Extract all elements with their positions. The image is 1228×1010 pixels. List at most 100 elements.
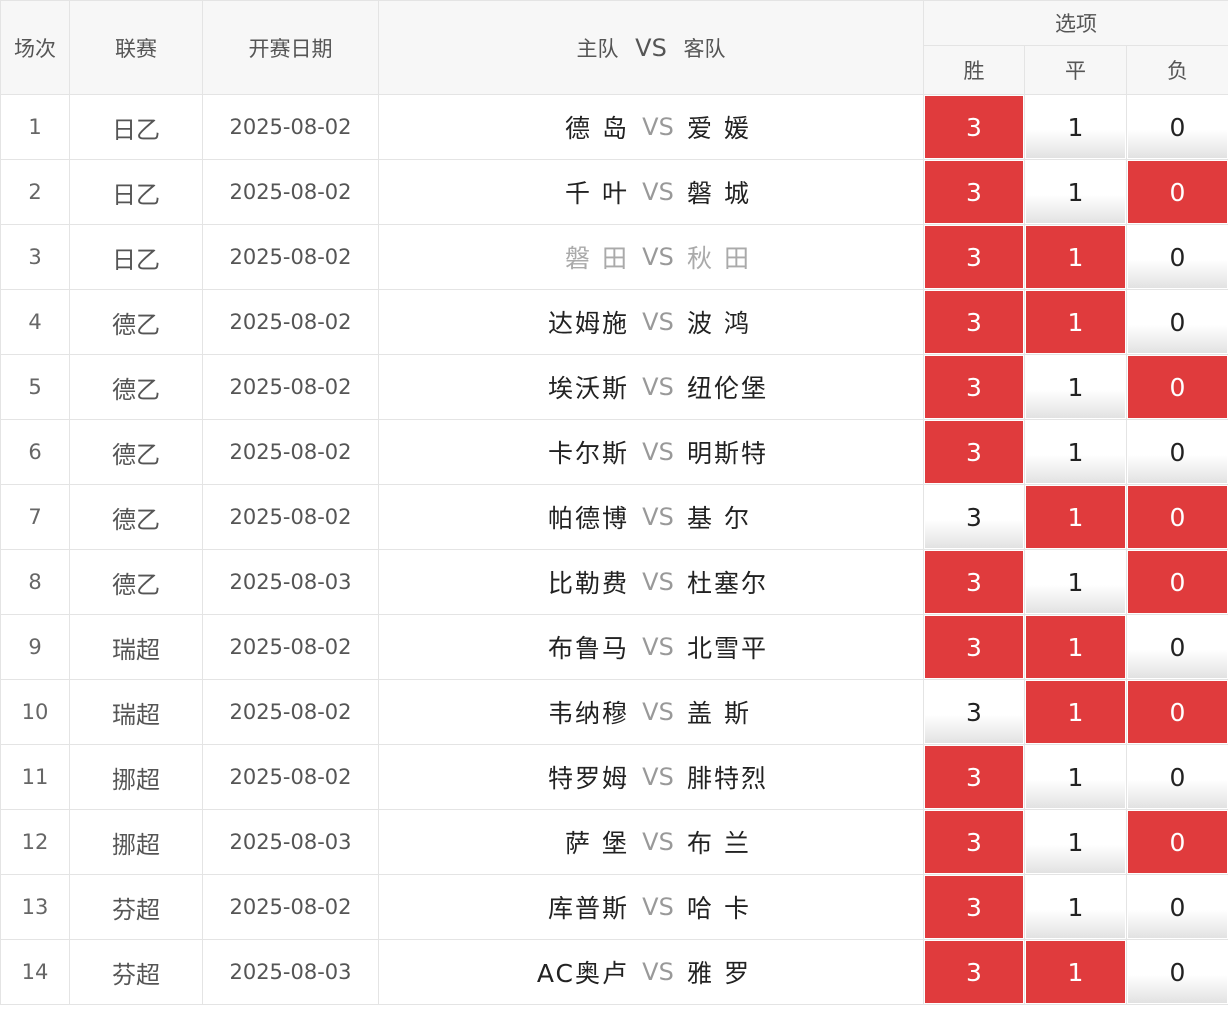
league-name: 日乙: [69, 224, 203, 290]
away-team: 秋 田: [687, 244, 751, 273]
option-win-button[interactable]: 3: [925, 486, 1023, 548]
option-win-button[interactable]: 3: [925, 616, 1023, 678]
option-win-button[interactable]: 3: [925, 96, 1023, 158]
option-lose-button[interactable]: 0: [1128, 226, 1228, 288]
option-draw-button[interactable]: 1: [1026, 161, 1125, 223]
option-lose-button[interactable]: 0: [1128, 96, 1228, 158]
home-team: 帕德博: [547, 504, 629, 533]
header-home: 主队: [576, 36, 619, 61]
option-lose-button[interactable]: 0: [1128, 941, 1228, 1003]
option-win-button[interactable]: 3: [925, 291, 1023, 353]
league-name: 挪超: [69, 744, 203, 810]
match-number: 10: [0, 679, 70, 745]
option-lose-button[interactable]: 0: [1128, 876, 1228, 938]
league-name: 德乙: [69, 484, 203, 550]
option-win-button[interactable]: 3: [925, 226, 1023, 288]
option-win-button[interactable]: 3: [925, 746, 1023, 808]
header-options: 选项: [922, 0, 1228, 46]
match-number: 9: [0, 614, 70, 680]
vs-label: VS: [642, 503, 674, 531]
option-draw-button[interactable]: 1: [1026, 356, 1125, 418]
option-win-button[interactable]: 3: [925, 681, 1023, 743]
option-lose-button[interactable]: 0: [1128, 356, 1228, 418]
table-row: 9 瑞超 2025-08-02 布鲁马 VS 北雪平 3 1 0: [0, 614, 1228, 680]
match-teams: 帕德博 VS 基 尔: [378, 484, 924, 550]
option-draw-button[interactable]: 1: [1026, 746, 1125, 808]
table-row: 3 日乙 2025-08-02 磐 田 VS 秋 田310: [0, 224, 1228, 290]
league-name: 瑞超: [69, 679, 203, 745]
option-draw-button[interactable]: 1: [1026, 551, 1125, 613]
match-date: 2025-08-02: [202, 159, 379, 225]
table-row: 14 芬超 2025-08-03 AC奥卢 VS 雅 罗 310: [0, 939, 1228, 1005]
table-row: 10 瑞超 2025-08-02 韦纳穆 VS 盖 斯310: [0, 679, 1228, 745]
match-number: 1: [0, 94, 70, 160]
header-vs: VS: [635, 33, 667, 62]
option-draw-button[interactable]: 1: [1026, 96, 1125, 158]
option-lose-button[interactable]: 0: [1128, 681, 1228, 743]
vs-label: VS: [642, 373, 674, 401]
table-row: 11 挪超 2025-08-02 特罗姆 VS 腓特烈 3 1 0: [0, 744, 1228, 810]
match-date: 2025-08-02: [202, 744, 379, 810]
match-date: 2025-08-02: [202, 354, 379, 420]
header-league: 联赛: [69, 0, 203, 95]
option-lose-button[interactable]: 0: [1128, 811, 1228, 873]
home-team: 千 叶: [565, 179, 629, 208]
match-date: 2025-08-02: [202, 289, 379, 355]
vs-label: VS: [642, 698, 674, 726]
option-draw-button[interactable]: 1: [1026, 681, 1125, 743]
option-lose-button[interactable]: 0: [1128, 161, 1228, 223]
home-team: 埃沃斯: [547, 374, 629, 403]
table-row: 1 日乙 2025-08-02 德 岛 VS 爱 媛310: [0, 94, 1228, 160]
home-team: 库普斯: [547, 894, 629, 923]
vs-label: VS: [642, 178, 674, 206]
option-lose-button[interactable]: 0: [1128, 291, 1228, 353]
option-win-button[interactable]: 3: [925, 811, 1023, 873]
home-team: 特罗姆: [547, 764, 629, 793]
match-teams: 达姆施 VS 波 鸿: [378, 289, 924, 355]
option-win-button[interactable]: 3: [925, 161, 1023, 223]
option-lose-button[interactable]: 0: [1128, 616, 1228, 678]
match-date: 2025-08-02: [202, 419, 379, 485]
table-row: 7 德乙 2025-08-02 帕德博 VS 基 尔 310: [0, 484, 1228, 550]
away-team: 磐 城: [687, 179, 751, 208]
option-draw-button[interactable]: 1: [1026, 876, 1125, 938]
match-number: 3: [0, 224, 70, 290]
match-teams: 德 岛 VS 爱 媛: [378, 94, 924, 160]
option-draw-button[interactable]: 1: [1026, 616, 1125, 678]
league-name: 德乙: [69, 549, 203, 615]
option-win-button[interactable]: 3: [925, 356, 1023, 418]
option-draw-button[interactable]: 1: [1026, 421, 1125, 483]
match-date: 2025-08-03: [202, 939, 379, 1005]
away-team: 纽伦堡: [687, 374, 769, 403]
match-number: 12: [0, 809, 70, 875]
match-number: 5: [0, 354, 70, 420]
option-draw-button[interactable]: 1: [1026, 811, 1125, 873]
match-teams: 萨 堡 VS 布 兰: [378, 809, 924, 875]
option-draw-button[interactable]: 1: [1026, 226, 1125, 288]
match-date: 2025-08-02: [202, 94, 379, 160]
option-draw-button[interactable]: 1: [1026, 486, 1125, 548]
option-draw-button[interactable]: 1: [1026, 941, 1125, 1003]
option-win-button[interactable]: 3: [925, 941, 1023, 1003]
option-lose-button[interactable]: 0: [1128, 421, 1228, 483]
match-teams: AC奥卢 VS 雅 罗: [378, 939, 924, 1005]
option-lose-button[interactable]: 0: [1128, 551, 1228, 613]
match-number: 11: [0, 744, 70, 810]
away-team: 爱 媛: [687, 114, 751, 143]
table-row: 13 芬超 2025-08-02 库普斯 VS 哈 卡 310: [0, 874, 1228, 940]
header-date: 开赛日期: [202, 0, 379, 95]
option-lose-button[interactable]: 0: [1128, 746, 1228, 808]
option-win-button[interactable]: 3: [925, 551, 1023, 613]
table-row: 12 挪超 2025-08-03 萨 堡 VS 布 兰 310: [0, 809, 1228, 875]
vs-label: VS: [642, 828, 674, 856]
league-name: 挪超: [69, 809, 203, 875]
vs-label: VS: [642, 113, 674, 141]
match-teams: 特罗姆 VS 腓特烈: [378, 744, 924, 810]
vs-label: VS: [642, 308, 674, 336]
option-draw-button[interactable]: 1: [1026, 291, 1125, 353]
option-win-button[interactable]: 3: [925, 421, 1023, 483]
option-win-button[interactable]: 3: [925, 876, 1023, 938]
option-lose-button[interactable]: 0: [1128, 486, 1228, 548]
match-teams: 卡尔斯 VS 明斯特: [378, 419, 924, 485]
away-team: 盖 斯: [687, 699, 751, 728]
